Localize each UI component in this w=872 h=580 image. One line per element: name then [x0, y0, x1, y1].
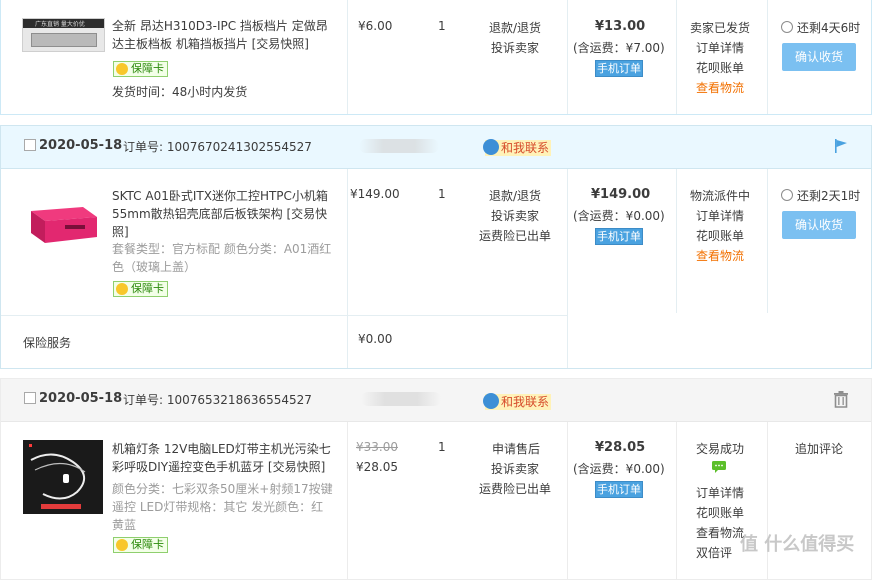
- double-review-link[interactable]: 双倍评: [696, 544, 732, 561]
- shipping-fee: (含运费：¥0.00): [573, 209, 665, 223]
- product-attributes: 套餐类型：官方标配 颜色分类：A01酒红色（玻璃上盖）: [112, 242, 332, 274]
- append-review-link[interactable]: 追加评论: [795, 440, 843, 457]
- product-thumbnail[interactable]: 广东直销 量大价优: [22, 18, 105, 52]
- order-total: ¥13.00: [595, 19, 646, 34]
- shipping-fee: (含运费：¥0.00): [573, 462, 665, 476]
- ship-time: 发货时间：48小时内发货: [112, 85, 248, 99]
- unit-price: ¥6.00: [358, 19, 393, 33]
- remaining-time: 还剩4天6时: [797, 21, 861, 35]
- order-checkbox[interactable]: [24, 392, 36, 404]
- clock-icon: [781, 21, 793, 33]
- complain-link[interactable]: 投诉卖家: [491, 39, 539, 56]
- order-number: 订单号: 1007653218636554527: [123, 393, 312, 407]
- complain-link[interactable]: 投诉卖家: [491, 460, 539, 477]
- thumbnail-text: 广东直销 量大价优: [35, 21, 85, 28]
- quantity: 1: [438, 187, 446, 201]
- order-details-link[interactable]: 订单详情: [696, 39, 744, 56]
- order-status: 交易成功: [696, 442, 745, 456]
- chat-icon[interactable]: [712, 461, 726, 473]
- quantity: 1: [438, 19, 446, 33]
- order-total: ¥28.05: [595, 440, 646, 455]
- insurance-service-label: 保险服务: [23, 336, 72, 350]
- shipping-insurance: 运费险已出单: [479, 482, 552, 496]
- redacted-shop-name: [361, 392, 441, 406]
- product-title[interactable]: 全新 昂达H310D3-IPC 挡板档片 定做昂达主板档板 机箱挡板挡片 [交易…: [112, 17, 332, 53]
- flag-icon[interactable]: [833, 138, 849, 154]
- product-title[interactable]: 机箱灯条 12V电脑LED灯带主机光污染七彩呼吸DIY遥控变色手机蓝牙 [交易快…: [112, 440, 336, 476]
- view-logistics-link[interactable]: 查看物流: [696, 524, 744, 541]
- shipping-insurance: 运费险已出单: [479, 229, 552, 243]
- mobile-order-tag[interactable]: 手机订单: [595, 481, 643, 498]
- guarantee-badge[interactable]: 保障卡: [113, 61, 168, 77]
- trash-icon[interactable]: [832, 390, 850, 408]
- guarantee-badge[interactable]: 保障卡: [113, 537, 168, 553]
- guarantee-icon: [116, 539, 128, 551]
- confirm-receipt-button[interactable]: 确认收货: [782, 211, 856, 239]
- confirm-receipt-button[interactable]: 确认收货: [782, 43, 856, 71]
- view-logistics-link[interactable]: 查看物流: [696, 79, 744, 96]
- contact-icon: [483, 393, 499, 409]
- guarantee-icon: [116, 283, 128, 295]
- contact-seller-button[interactable]: 和我联系: [483, 393, 552, 410]
- order-card: 2020-05-18 订单号: 1007670241302554527 和我联系…: [0, 125, 872, 369]
- order-card: 广东直销 量大价优 全新 昂达H310D3-IPC 挡板档片 定做昂达主板档板 …: [0, 0, 872, 115]
- order-status: 物流派件中: [690, 189, 751, 203]
- unit-price: ¥28.05: [356, 460, 398, 474]
- order-date: 2020-05-18: [39, 138, 123, 153]
- huabei-bill-link[interactable]: 花呗账单: [696, 59, 744, 76]
- mobile-order-tag[interactable]: 手机订单: [595, 228, 643, 245]
- refund-link[interactable]: 退款/退货: [489, 187, 541, 204]
- huabei-bill-link[interactable]: 花呗账单: [696, 227, 744, 244]
- site-watermark: 值 什么值得买: [740, 534, 855, 555]
- order-number: 订单号: 1007670241302554527: [123, 140, 312, 154]
- guarantee-badge[interactable]: 保障卡: [113, 281, 168, 297]
- refund-link[interactable]: 退款/退货: [489, 19, 541, 36]
- order-total: ¥149.00: [591, 187, 651, 202]
- contact-icon: [483, 139, 499, 155]
- view-logistics-link[interactable]: 查看物流: [696, 247, 744, 264]
- after-sale-link[interactable]: 申请售后: [492, 440, 540, 457]
- unit-price: ¥149.00: [350, 187, 400, 201]
- quantity: 1: [438, 440, 446, 454]
- product-title[interactable]: SKTC A01卧式ITX迷你工控HTPC小机箱55mm散热铝壳底部后板铁架构 …: [112, 187, 334, 241]
- product-attributes: 颜色分类：七彩双条50厘米+射频17按键遥控 LED灯带规格：其它 发光颜色：红…: [112, 482, 333, 532]
- huabei-bill-link[interactable]: 花呗账单: [696, 504, 744, 521]
- redacted-shop-name: [359, 139, 439, 153]
- product-thumbnail[interactable]: [23, 440, 103, 514]
- remaining-time: 还剩2天1时: [797, 189, 861, 203]
- order-status: 卖家已发货: [690, 21, 751, 35]
- guarantee-icon: [116, 63, 128, 75]
- contact-seller-button[interactable]: 和我联系: [483, 139, 552, 156]
- original-price: ¥33.00: [356, 440, 398, 454]
- order-checkbox[interactable]: [24, 139, 36, 151]
- clock-icon: [781, 189, 793, 201]
- product-thumbnail[interactable]: [25, 201, 101, 249]
- mobile-order-tag[interactable]: 手机订单: [595, 60, 643, 77]
- complain-link[interactable]: 投诉卖家: [491, 207, 539, 224]
- order-date: 2020-05-18: [39, 391, 123, 406]
- order-details-link[interactable]: 订单详情: [696, 484, 744, 501]
- insurance-service-price: ¥0.00: [358, 332, 393, 346]
- shipping-fee: (含运费：¥7.00): [573, 41, 665, 55]
- order-details-link[interactable]: 订单详情: [696, 207, 744, 224]
- order-list: 广东直销 量大价优 全新 昂达H310D3-IPC 挡板档片 定做昂达主板档板 …: [0, 0, 872, 580]
